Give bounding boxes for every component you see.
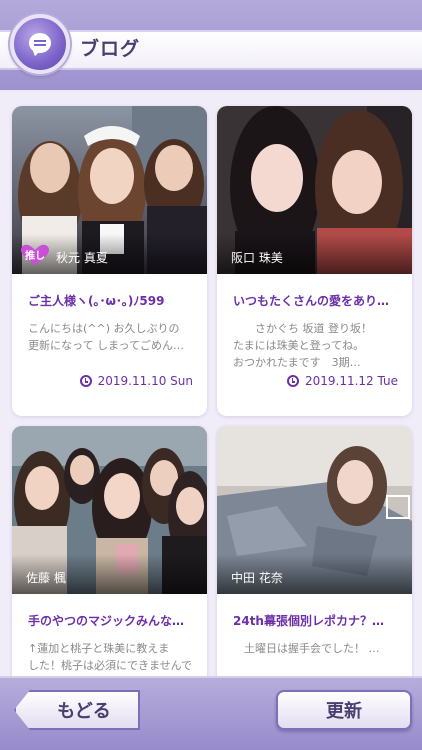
- back-button[interactable]: もどる: [14, 690, 140, 730]
- blog-date: 2019.11.10 Sun: [79, 374, 193, 388]
- blog-card[interactable]: 佐藤 楓 手のやつのマジックみんな… ↑蓮加と桃子と珠美に教えま した！桃子は必…: [12, 426, 207, 676]
- blog-excerpt: 土曜日は握手会でした！ …: [233, 642, 380, 655]
- blog-chat-icon: [10, 14, 70, 74]
- refresh-button[interactable]: 更新: [276, 690, 412, 730]
- blog-title: 手のやつのマジックみんな…: [28, 614, 185, 628]
- blog-photo: 阪口 珠美: [217, 106, 412, 274]
- clock-icon: [79, 375, 92, 387]
- blog-excerpt: こんにちは(^^) お久しぶりの 更新になって しまってごめん…: [28, 322, 184, 352]
- blog-photo: 佐藤 楓: [12, 426, 207, 594]
- date-text: 2019.11.12 Tue: [304, 374, 398, 388]
- blog-photo: 中田 花奈: [217, 426, 412, 594]
- author-name: 秋元 真夏: [56, 251, 108, 265]
- blog-excerpt: さかぐち 坂道 登り坂！ たまには珠美と登ってね。 おつかれたまです 3期…: [233, 322, 372, 369]
- author-name: 中田 花奈: [231, 571, 283, 585]
- page-title: ブログ: [80, 38, 141, 60]
- blog-card[interactable]: 中田 花奈 24th幕張個別レポカナ？… 土曜日は握手会でした！ …: [217, 426, 412, 676]
- blog-excerpt: ↑蓮加と桃子と珠美に教えま した！桃子は必須にできませんで: [28, 642, 193, 672]
- oshi-badge: 推し: [25, 251, 45, 262]
- author-name: 佐藤 楓: [26, 571, 66, 585]
- blog-photo: 推し 秋元 真夏: [12, 106, 207, 274]
- author-name: 阪口 珠美: [231, 251, 283, 265]
- header: ブログ: [0, 0, 422, 90]
- clock-icon: [286, 375, 299, 387]
- blog-date: 2019.11.12 Tue: [286, 374, 398, 388]
- footer-bar: もどる 更新: [0, 676, 422, 750]
- blog-card[interactable]: 推し 秋元 真夏 ご主人様ヽ(｡･ω･｡)ﾉ599 こんにちは(^^) お久しぶ…: [12, 106, 207, 416]
- blog-card[interactable]: 阪口 珠美 いつもたくさんの愛をあり… さかぐち 坂道 登り坂！ たまには珠美と…: [217, 106, 412, 416]
- blog-title: いつもたくさんの愛をあり…: [233, 294, 390, 308]
- blog-list[interactable]: 推し 秋元 真夏 ご主人様ヽ(｡･ω･｡)ﾉ599 こんにちは(^^) お久しぶ…: [0, 92, 422, 676]
- date-text: 2019.11.10 Sun: [97, 374, 193, 388]
- blog-title: 24th幕張個別レポカナ？…: [233, 614, 384, 628]
- blog-title: ご主人様ヽ(｡･ω･｡)ﾉ599: [28, 294, 165, 308]
